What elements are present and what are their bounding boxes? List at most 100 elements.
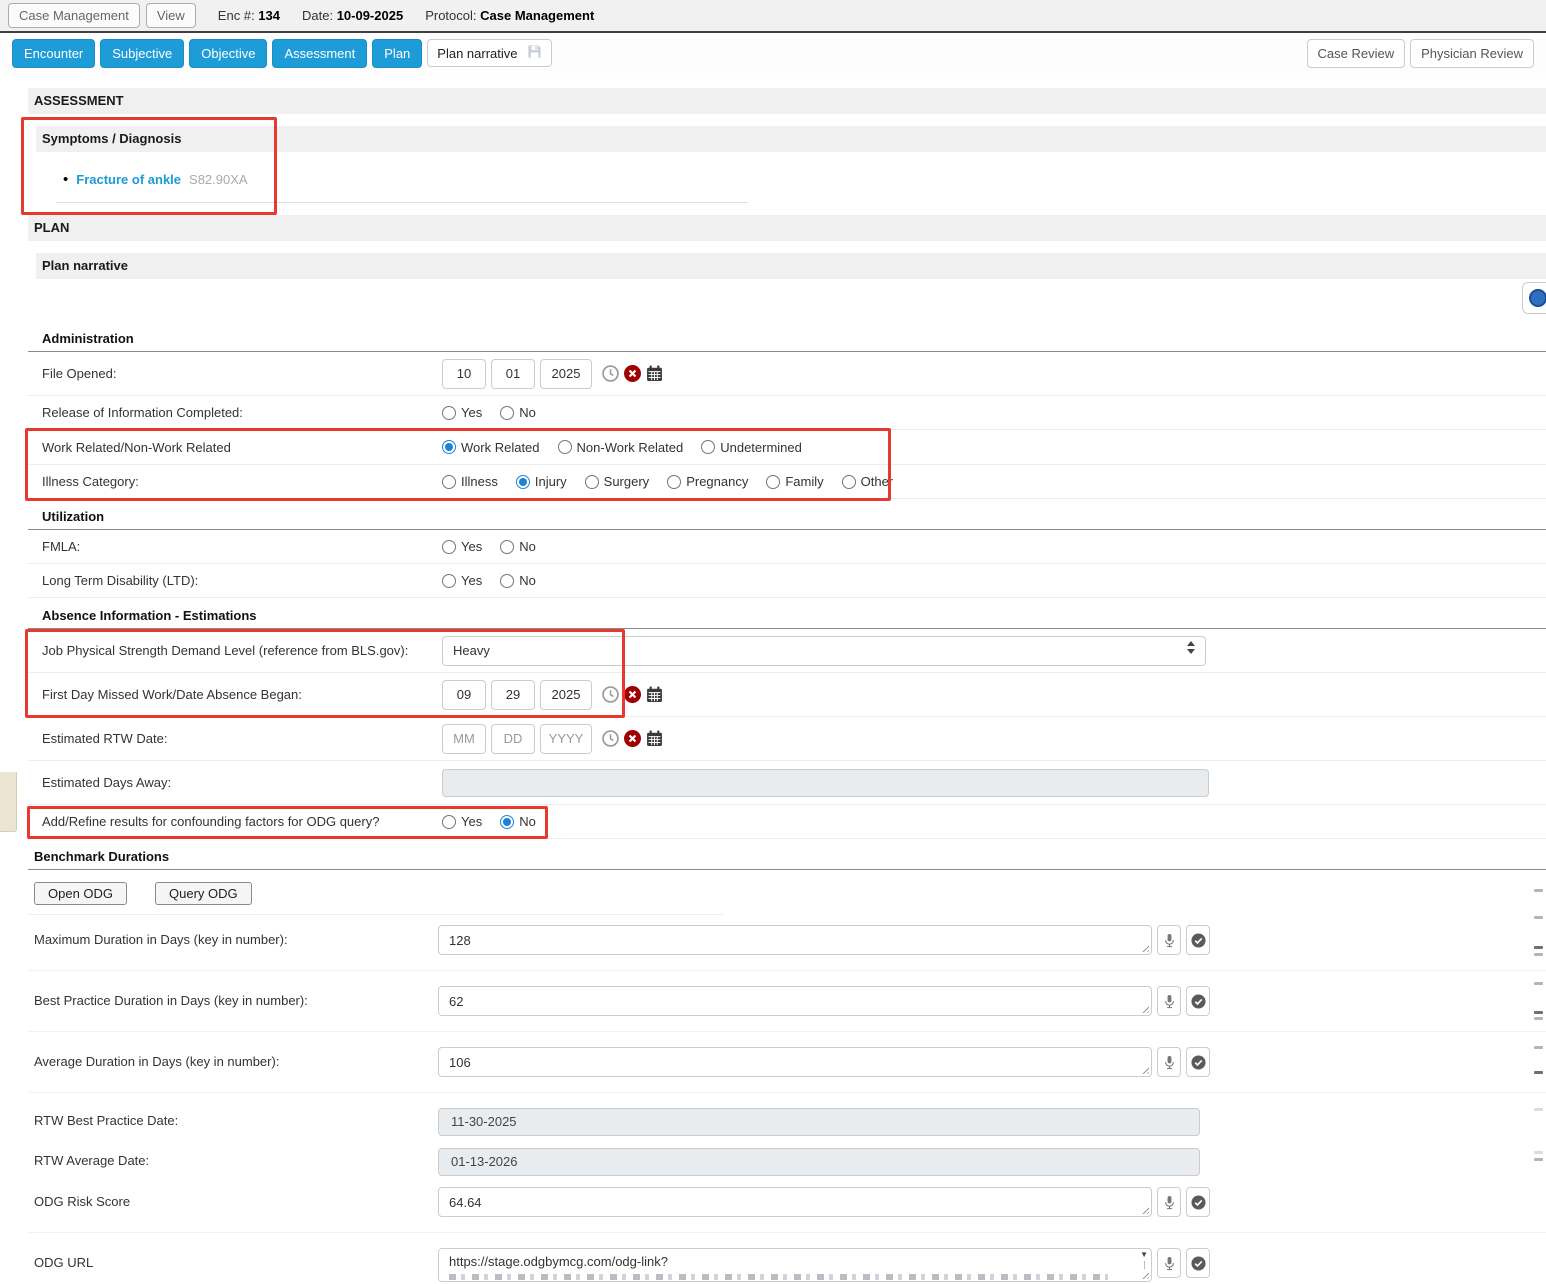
- date-label: Date:: [302, 8, 333, 23]
- radio-dot[interactable]: [442, 406, 456, 420]
- file-opened-year-input[interactable]: 2025: [540, 359, 592, 389]
- resize-grip-icon[interactable]: [1140, 1205, 1149, 1214]
- mic-icon[interactable]: [1157, 1187, 1181, 1217]
- review-buttons: Case Review Physician Review: [1307, 39, 1534, 68]
- radio-dot[interactable]: [442, 815, 456, 829]
- check-circle-icon[interactable]: [1186, 1187, 1210, 1217]
- view-button[interactable]: View: [146, 3, 196, 28]
- scrollbar-track[interactable]: [1144, 1261, 1145, 1269]
- radio-no[interactable]: No: [500, 814, 536, 829]
- job-strength-select[interactable]: Heavy: [442, 636, 1206, 666]
- mic-icon[interactable]: [1157, 986, 1181, 1016]
- radio-dot[interactable]: [500, 406, 514, 420]
- mic-icon[interactable]: [1157, 1047, 1181, 1077]
- scroll-marker: [1534, 982, 1543, 985]
- calendar-icon[interactable]: [646, 730, 663, 747]
- radio-dot[interactable]: [842, 475, 856, 489]
- query-odg-button[interactable]: Query ODG: [155, 882, 252, 905]
- radio-yes[interactable]: Yes: [442, 539, 482, 554]
- clock-icon[interactable]: [602, 365, 619, 382]
- scrollbar-down-icon[interactable]: ▼: [1140, 1251, 1148, 1259]
- check-circle-icon[interactable]: [1186, 1047, 1210, 1077]
- radio-dot[interactable]: [500, 815, 514, 829]
- radio-yes[interactable]: Yes: [442, 814, 482, 829]
- radio-dot[interactable]: [667, 475, 681, 489]
- clipped-side-button[interactable]: [1522, 282, 1546, 314]
- average-duration-textarea[interactable]: 106: [438, 1047, 1152, 1077]
- diagnosis-item: • Fracture of ankle S82.90XA: [63, 165, 1546, 193]
- calendar-icon[interactable]: [646, 686, 663, 703]
- case-review-button[interactable]: Case Review: [1307, 39, 1406, 68]
- radio-dot[interactable]: [500, 574, 514, 588]
- physician-review-button[interactable]: Physician Review: [1410, 39, 1534, 68]
- file-opened-month-input[interactable]: 10: [442, 359, 486, 389]
- diagnosis-link[interactable]: Fracture of ankle: [76, 172, 181, 187]
- work-related-label: Work Related/Non-Work Related: [42, 440, 442, 455]
- tab-plan[interactable]: Plan: [372, 39, 422, 68]
- file-opened-day-input[interactable]: 01: [491, 359, 535, 389]
- max-duration-textarea[interactable]: 128: [438, 925, 1152, 955]
- odg-url-textarea[interactable]: https://stage.odgbymcg.com/odg-link? ▼: [438, 1248, 1152, 1282]
- radio-dot[interactable]: [558, 440, 572, 454]
- radio-no[interactable]: No: [500, 405, 536, 420]
- estimated-rtw-year-input[interactable]: YYYY: [540, 724, 592, 754]
- clear-date-icon[interactable]: [624, 365, 641, 382]
- radio-other[interactable]: Other: [842, 474, 894, 489]
- plan-section-header: PLAN: [28, 215, 1546, 241]
- radio-dot[interactable]: [701, 440, 715, 454]
- protocol: Protocol: Case Management: [425, 8, 594, 23]
- resize-grip-icon[interactable]: [1140, 1065, 1149, 1074]
- check-circle-icon[interactable]: [1186, 1248, 1210, 1278]
- radio-no[interactable]: No: [500, 539, 536, 554]
- save-icon[interactable]: [527, 44, 542, 62]
- radio-dot[interactable]: [766, 475, 780, 489]
- radio-dot[interactable]: [442, 540, 456, 554]
- scroll-marker: [1534, 1151, 1543, 1154]
- radio-illness[interactable]: Illness: [442, 474, 498, 489]
- mic-icon[interactable]: [1157, 1248, 1181, 1278]
- radio-dot[interactable]: [516, 475, 530, 489]
- clock-icon[interactable]: [602, 686, 619, 703]
- clear-date-icon[interactable]: [624, 686, 641, 703]
- radio-family[interactable]: Family: [766, 474, 823, 489]
- radio-dot[interactable]: [442, 440, 456, 454]
- resize-grip-icon[interactable]: [1140, 1004, 1149, 1013]
- clear-date-icon[interactable]: [624, 730, 641, 747]
- radio-dot[interactable]: [442, 574, 456, 588]
- radio-yes[interactable]: Yes: [442, 405, 482, 420]
- radio-dot[interactable]: [585, 475, 599, 489]
- tab-plan-narrative[interactable]: Plan narrative: [427, 39, 551, 67]
- radio-non-work-related[interactable]: Non-Work Related: [558, 440, 684, 455]
- tab-objective[interactable]: Objective: [189, 39, 267, 68]
- radio-dot[interactable]: [442, 475, 456, 489]
- radio-yes[interactable]: Yes: [442, 573, 482, 588]
- case-management-button[interactable]: Case Management: [8, 3, 140, 28]
- first-day-day-input[interactable]: 29: [491, 680, 535, 710]
- estimated-rtw-month-input[interactable]: MM: [442, 724, 486, 754]
- first-day-missed-row: First Day Missed Work/Date Absence Began…: [28, 673, 1546, 717]
- tab-subjective[interactable]: Subjective: [100, 39, 184, 68]
- tab-encounter[interactable]: Encounter: [12, 39, 95, 68]
- check-circle-icon[interactable]: [1186, 925, 1210, 955]
- radio-work-related[interactable]: Work Related: [442, 440, 540, 455]
- first-day-year-input[interactable]: 2025: [540, 680, 592, 710]
- radio-dot[interactable]: [500, 540, 514, 554]
- odg-risk-score-textarea[interactable]: 64.64: [438, 1187, 1152, 1217]
- radio-undetermined[interactable]: Undetermined: [701, 440, 802, 455]
- open-odg-button[interactable]: Open ODG: [34, 882, 127, 905]
- tab-assessment[interactable]: Assessment: [272, 39, 367, 68]
- job-strength-label: Job Physical Strength Demand Level (refe…: [42, 643, 442, 658]
- estimated-rtw-day-input[interactable]: DD: [491, 724, 535, 754]
- best-practice-duration-textarea[interactable]: 62: [438, 986, 1152, 1016]
- radio-pregnancy[interactable]: Pregnancy: [667, 474, 748, 489]
- radio-no[interactable]: No: [500, 573, 536, 588]
- radio-surgery[interactable]: Surgery: [585, 474, 650, 489]
- radio-injury[interactable]: Injury: [516, 474, 567, 489]
- check-circle-icon[interactable]: [1186, 986, 1210, 1016]
- first-day-month-input[interactable]: 09: [442, 680, 486, 710]
- mic-icon[interactable]: [1157, 925, 1181, 955]
- resize-grip-icon[interactable]: [1140, 1270, 1149, 1279]
- calendar-icon[interactable]: [646, 365, 663, 382]
- clock-icon[interactable]: [602, 730, 619, 747]
- resize-grip-icon[interactable]: [1140, 943, 1149, 952]
